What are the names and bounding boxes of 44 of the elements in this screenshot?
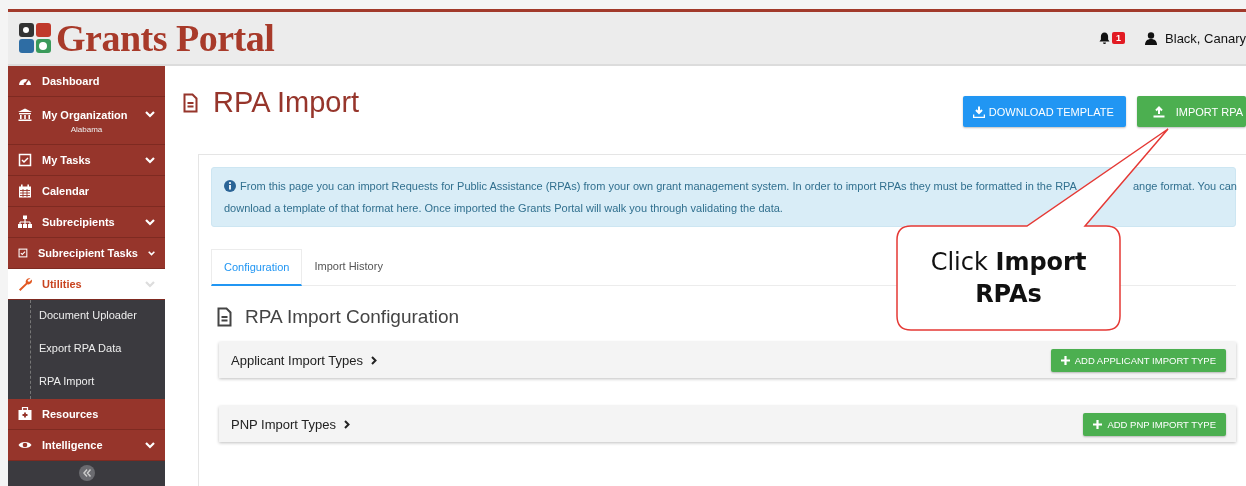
menu-icon [18,215,32,229]
sidebar-item[interactable]: Dashboard [8,66,165,97]
menu-icon [18,153,32,167]
user-icon [1145,31,1158,45]
download-icon [972,105,985,118]
logo-icon [18,21,52,55]
plus-icon [1060,355,1070,365]
sidebar-item[interactable]: My Tasks [8,145,165,176]
collapse-icon[interactable] [78,465,95,481]
user-name[interactable]: Black, Canary [1165,30,1246,46]
sidebar-item[interactable]: Intelligence [8,430,165,461]
sidebar-item[interactable]: Subrecipient Tasks [8,238,165,269]
panel-title[interactable]: Applicant Import Types [231,352,363,368]
callout-text: Click Import RPAs [929,246,1088,310]
sidebar-item[interactable]: My Organization Alabama [8,97,165,145]
menu-icon [18,246,28,260]
submenu-item[interactable]: Export RPA Data [31,333,165,366]
menu-icon [18,407,32,421]
section-title: RPA Import Configuration [245,306,460,328]
bell-icon[interactable] [1099,32,1111,44]
sidebar-item[interactable]: Utilities [8,269,165,300]
info-text: ange format. You can [1132,180,1237,192]
document-icon [217,307,233,327]
info-text: download a template of that format here. Once imported the Grants Portal will walk you through validating the data. [224,202,783,214]
notification-badge: 1 [1112,32,1126,44]
chevron-right-icon[interactable] [344,419,350,429]
info-text: From this page you can import Requests for Public Assistance (RPAs) from your own grant management system. In order to import RPAs they must be formatted in the RPA [240,180,1077,192]
sidebar-item[interactable]: Subrecipients [8,207,165,238]
submenu-item[interactable]: Document Uploader [31,300,165,333]
panel-title[interactable]: PNP Import Types [231,416,336,432]
tab[interactable]: Import History [302,249,395,285]
menu-icon [18,107,32,122]
plus-icon [1093,419,1103,429]
info-icon [224,180,236,192]
sidebar-item[interactable]: Resources [8,399,165,430]
menu-icon [18,277,32,291]
page-title: RPA Import [213,86,360,119]
logo-text: Grants Portal [56,16,275,60]
submenu-item[interactable]: RPA Import [31,366,165,399]
chevron-right-icon[interactable] [371,355,377,365]
menu-icon [18,184,32,198]
document-icon [183,92,199,113]
sidebar-item[interactable]: Calendar [8,176,165,207]
upload-icon [1152,105,1165,118]
